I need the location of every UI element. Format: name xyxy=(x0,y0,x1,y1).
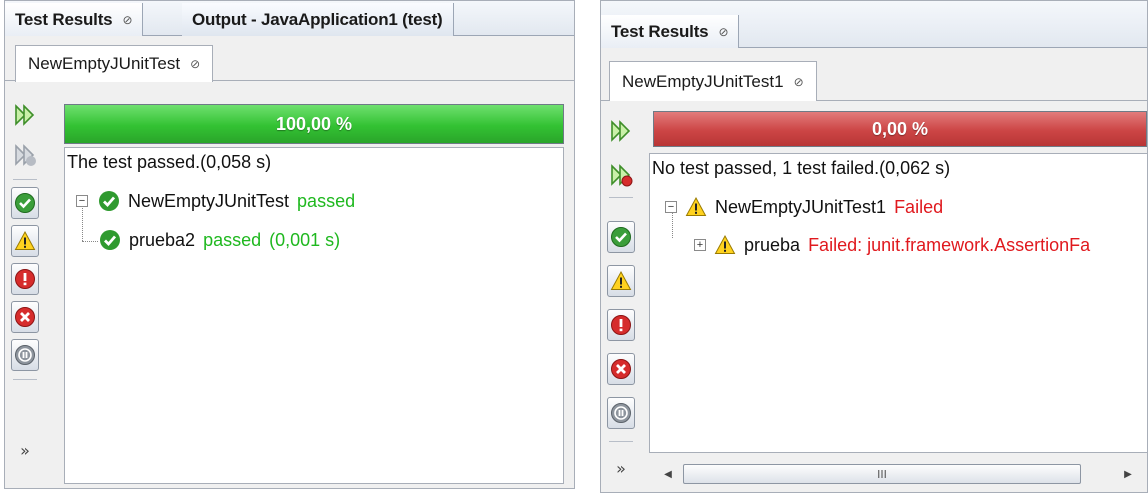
progress-label: 0,00 % xyxy=(871,118,929,139)
rerun-icon xyxy=(611,120,631,142)
show-errors-button[interactable] xyxy=(11,263,39,295)
show-failures-icon xyxy=(15,307,35,327)
session-tab-label: NewEmptyJUnitTest xyxy=(28,54,181,73)
test-progress-bar: 0,00 % xyxy=(653,111,1147,147)
suite-status: passed xyxy=(297,190,356,211)
tree-connector xyxy=(82,241,98,242)
rerun-button[interactable] xyxy=(607,115,635,147)
window-tab-bar: Test Results ⊘ xyxy=(601,1,1147,48)
close-tab-icon[interactable]: ⊘ xyxy=(190,57,200,71)
check-icon xyxy=(99,191,119,211)
show-errors-icon xyxy=(15,269,35,289)
test-session-tab-bar: NewEmptyJUnitTest1 ⊘ xyxy=(601,49,1147,101)
show-warnings-button[interactable] xyxy=(11,225,39,257)
rerun-failed-icon xyxy=(611,164,633,187)
rerun-icon xyxy=(15,104,35,126)
show-warnings-icon xyxy=(14,230,36,250)
session-tab-label: NewEmptyJUnitTest1 xyxy=(622,71,784,91)
suite-status: Failed xyxy=(894,196,944,217)
tab-label: Test Results xyxy=(611,21,709,41)
tree-node-test[interactable]: prueba2 passed (0,001 s) xyxy=(99,229,340,251)
close-tab-icon[interactable]: ⊘ xyxy=(794,75,804,89)
collapse-toggle[interactable]: − xyxy=(76,195,88,207)
rerun-button[interactable] xyxy=(11,99,39,131)
expand-toggle[interactable]: + xyxy=(694,239,706,251)
show-errors-icon xyxy=(611,315,631,335)
rerun-failed-button[interactable] xyxy=(607,159,635,191)
tab-test-results[interactable]: Test Results ⊘ xyxy=(601,15,740,48)
tab-label: Test Results xyxy=(15,9,113,29)
tree-node-suite[interactable]: − NewEmptyJUnitTest1 Failed xyxy=(665,196,943,218)
tab-output[interactable]: Output - JavaApplication1 (test) xyxy=(182,3,454,36)
progress-label: 100,00 % xyxy=(275,113,353,134)
right-test-results-window: Test Results ⊘ NewEmptyJUnitTest1 ⊘ » 0,… xyxy=(600,0,1148,493)
test-status: Failed: junit.framework.AssertionFa xyxy=(808,234,1091,255)
check-icon xyxy=(100,230,120,250)
tree-node-test[interactable]: + prueba Failed: junit.framework.Asserti… xyxy=(694,234,1090,256)
show-passed-button[interactable] xyxy=(11,187,39,219)
show-warnings-icon xyxy=(610,270,632,290)
rerun-failed-icon xyxy=(15,144,36,166)
tab-session[interactable]: NewEmptyJUnitTest ⊘ xyxy=(15,45,214,82)
close-tab-icon[interactable]: ⊘ xyxy=(718,25,728,39)
show-failures-icon xyxy=(611,359,631,379)
rerun-failed-button[interactable] xyxy=(11,139,39,171)
toolbar-overflow-button[interactable]: » xyxy=(9,441,41,465)
show-passed-icon xyxy=(611,227,631,247)
warning-icon xyxy=(714,234,736,254)
show-passed-button[interactable] xyxy=(607,221,635,253)
left-test-results-window: Test Results ⊘ Output - JavaApplication1… xyxy=(4,0,575,489)
window-tab-bar: Test Results ⊘ Output - JavaApplication1… xyxy=(5,1,574,36)
test-name: prueba xyxy=(744,234,801,255)
toolbar-separator xyxy=(609,441,633,442)
scroll-thumb[interactable]: III xyxy=(683,464,1081,484)
toolbar-overflow-button[interactable]: » xyxy=(605,459,637,483)
test-toolbar: » xyxy=(601,111,643,492)
test-summary: No test passed, 1 test failed.(0,062 s) xyxy=(652,158,951,178)
close-tab-icon[interactable]: ⊘ xyxy=(122,13,132,27)
toolbar-separator xyxy=(609,197,633,198)
toolbar-separator xyxy=(13,379,37,380)
test-results-tree[interactable]: No test passed, 1 test failed.(0,062 s) … xyxy=(649,153,1147,453)
test-toolbar: » xyxy=(5,91,47,488)
collapse-toggle[interactable]: − xyxy=(665,201,677,213)
suite-name: NewEmptyJUnitTest xyxy=(128,190,290,211)
test-time: (0,001 s) xyxy=(269,229,341,250)
test-session-tab-bar: NewEmptyJUnitTest ⊘ xyxy=(5,37,574,82)
show-skipped-icon xyxy=(15,345,35,365)
tab-session[interactable]: NewEmptyJUnitTest1 ⊘ xyxy=(609,61,817,101)
test-name: prueba2 xyxy=(129,229,196,250)
show-warnings-button[interactable] xyxy=(607,265,635,297)
toolbar-separator xyxy=(13,179,37,180)
suite-name: NewEmptyJUnitTest1 xyxy=(715,196,887,217)
scroll-right-icon[interactable]: ▶ xyxy=(1119,465,1137,483)
show-passed-icon xyxy=(15,193,35,213)
test-status: passed xyxy=(203,229,262,250)
scroll-left-icon[interactable]: ◀ xyxy=(659,465,677,483)
show-failures-button[interactable] xyxy=(11,301,39,333)
test-results-tree[interactable]: The test passed.(0,058 s) − NewEmptyJUni… xyxy=(64,147,564,484)
tab-test-results[interactable]: Test Results ⊘ xyxy=(5,3,144,36)
tree-node-suite[interactable]: − NewEmptyJUnitTest passed xyxy=(76,190,355,212)
show-failures-button[interactable] xyxy=(607,353,635,385)
test-summary: The test passed.(0,058 s) xyxy=(67,152,272,172)
horizontal-scrollbar[interactable]: ◀ III ▶ xyxy=(649,461,1145,487)
warning-icon xyxy=(685,196,707,216)
tab-label: Output - JavaApplication1 (test) xyxy=(192,9,443,29)
show-skipped-button[interactable] xyxy=(11,339,39,371)
test-progress-bar: 100,00 % xyxy=(64,104,564,144)
show-skipped-button[interactable] xyxy=(607,397,635,429)
show-skipped-icon xyxy=(611,403,631,423)
show-errors-button[interactable] xyxy=(607,309,635,341)
